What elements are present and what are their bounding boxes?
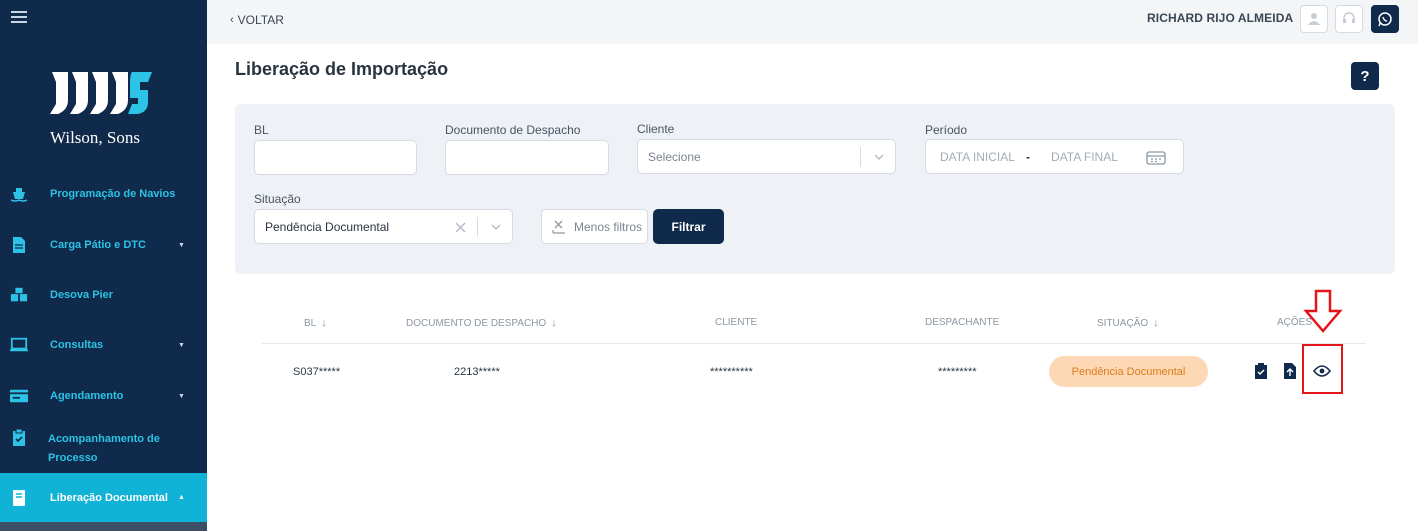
annotation-arrow-icon — [1303, 289, 1343, 333]
date-separator: - — [1026, 149, 1030, 164]
cell-documento: 2213***** — [454, 366, 500, 378]
column-header-situacao[interactable]: SITUAÇÃO ↓ — [1097, 317, 1159, 329]
filter-button[interactable]: Filtrar — [653, 209, 724, 244]
user-name: RICHARD RIJO ALMEIDA — [1147, 11, 1294, 25]
book-icon — [10, 489, 28, 507]
clipboard-check-icon — [10, 429, 28, 447]
chevron-down-icon: ▼ — [178, 392, 185, 400]
annotation-highlight-box — [1302, 344, 1343, 394]
filter-clear-icon — [552, 220, 565, 234]
column-header-label: DESPACHANTE — [925, 317, 1000, 328]
cell-bl: S037***** — [293, 366, 341, 378]
logo-mark-icon — [50, 72, 152, 114]
sidebar-item-label: Desova Pier — [50, 289, 113, 301]
user-icon — [1308, 13, 1320, 25]
column-header-label: SITUAÇÃO — [1097, 318, 1149, 329]
cell-despachante: ********* — [938, 366, 977, 378]
sidebar-item-label: Consultas — [50, 339, 104, 351]
sidebar-item-acompanhamento[interactable]: Acompanhamento de Processo — [0, 429, 207, 467]
back-link[interactable]: ‹ VOLTAR — [230, 13, 284, 27]
periodo-label: Período — [925, 123, 968, 137]
approve-action-button[interactable] — [1253, 362, 1269, 380]
clear-icon[interactable] — [455, 222, 466, 233]
chevron-left-icon: ‹ — [230, 14, 234, 26]
data-final-input[interactable]: DATA FINAL — [1051, 150, 1118, 164]
cliente-select[interactable]: Selecione — [637, 139, 896, 174]
cliente-placeholder: Selecione — [648, 149, 701, 164]
cliente-label: Cliente — [637, 122, 675, 136]
column-header-despachante: DESPACHANTE — [925, 317, 999, 328]
page-title: Liberação de Importação — [235, 59, 449, 79]
chevron-down-icon: ▼ — [178, 241, 185, 249]
top-bar: ‹ VOLTAR RICHARD RIJO ALMEIDA — [207, 0, 1418, 44]
document-icon — [10, 236, 28, 254]
profile-button[interactable] — [1300, 5, 1328, 33]
column-header-documento[interactable]: DOCUMENTO DE DESPACHO ↓ — [406, 317, 557, 329]
documento-label: Documento de Despacho — [445, 123, 581, 137]
sort-arrow-icon: ↓ — [321, 317, 327, 329]
help-button[interactable]: ? — [1351, 62, 1379, 90]
clipboard-check-icon — [1255, 363, 1267, 379]
calendar-icon[interactable] — [1146, 150, 1166, 165]
documento-input[interactable] — [445, 140, 609, 175]
sidebar-item-label: Liberação Documental — [50, 491, 168, 504]
wilson-sons-logo: Wilson, Sons — [48, 68, 160, 147]
column-header-label: DOCUMENTO DE DESPACHO — [406, 318, 547, 329]
sort-arrow-icon: ↓ — [1153, 317, 1159, 329]
sidebar-item-agendamento[interactable]: Agendamento ▼ — [0, 387, 207, 405]
whatsapp-button[interactable] — [1371, 5, 1399, 33]
status-badge: Pendência Documental — [1049, 356, 1208, 387]
column-header-label: CLIENTE — [715, 317, 758, 328]
chevron-down-icon[interactable] — [490, 221, 502, 233]
periodo-range[interactable]: DATA INICIAL - DATA FINAL — [925, 139, 1184, 174]
monitor-icon — [10, 336, 28, 354]
back-label: VOLTAR — [237, 13, 284, 27]
sidebar-item-label: Carga Pátio e DTC — [50, 239, 146, 251]
select-divider — [477, 217, 478, 237]
sidebar-item-consultas[interactable]: Consultas ▼ — [0, 336, 207, 354]
column-header-bl[interactable]: BL ↓ — [304, 317, 327, 329]
help-icon: ? — [1360, 67, 1370, 85]
column-header-cliente: CLIENTE — [715, 317, 757, 328]
situacao-value: Pendência Documental — [265, 219, 390, 234]
less-filters-button[interactable]: Menos filtros — [541, 209, 648, 244]
ship-icon — [10, 185, 28, 203]
data-inicial-input[interactable]: DATA INICIAL — [940, 150, 1015, 164]
card-icon — [10, 387, 28, 405]
chevron-up-icon: ▲ — [178, 494, 185, 501]
bl-label: BL — [254, 123, 269, 137]
bl-input[interactable] — [254, 140, 417, 175]
sidebar-item-label: Acompanhamento de Processo — [48, 433, 160, 464]
sidebar-item-programacao-navios[interactable]: Programação de Navios — [0, 185, 207, 203]
headset-icon — [1343, 12, 1355, 23]
chevron-down-icon[interactable] — [873, 151, 885, 163]
support-button[interactable] — [1335, 5, 1363, 33]
filter-panel: BL Documento de Despacho Cliente Selecio… — [235, 104, 1395, 274]
brand-name: Wilson, Sons — [50, 128, 140, 147]
sidebar-item-liberacao-documental[interactable]: Liberação Documental ▲ — [0, 473, 207, 522]
situacao-label: Situação — [254, 192, 301, 206]
sidebar-item-desova-pier[interactable]: Desova Pier — [0, 286, 207, 304]
sidebar: Wilson, Sons Programação de Navios Carga… — [0, 0, 207, 531]
less-filters-label: Menos filtros — [574, 219, 643, 234]
document-upload-icon — [1284, 363, 1296, 379]
boxes-icon — [10, 286, 28, 304]
sidebar-item-label: Agendamento — [50, 390, 124, 402]
cell-cliente: ********** — [710, 366, 753, 378]
column-header-label: BL — [304, 318, 317, 329]
table-divider — [262, 343, 1366, 344]
whatsapp-icon — [1378, 12, 1392, 27]
sidebar-item-label: Programação de Navios — [50, 188, 176, 200]
situacao-select[interactable]: Pendência Documental — [254, 209, 513, 244]
menu-icon[interactable] — [11, 11, 27, 25]
submenu-strip — [0, 522, 207, 531]
chevron-down-icon: ▼ — [178, 341, 185, 349]
upload-document-button[interactable] — [1282, 362, 1298, 380]
sort-arrow-icon: ↓ — [551, 317, 557, 329]
sidebar-item-carga-patio[interactable]: Carga Pátio e DTC ▼ — [0, 236, 207, 254]
select-divider — [860, 147, 861, 167]
